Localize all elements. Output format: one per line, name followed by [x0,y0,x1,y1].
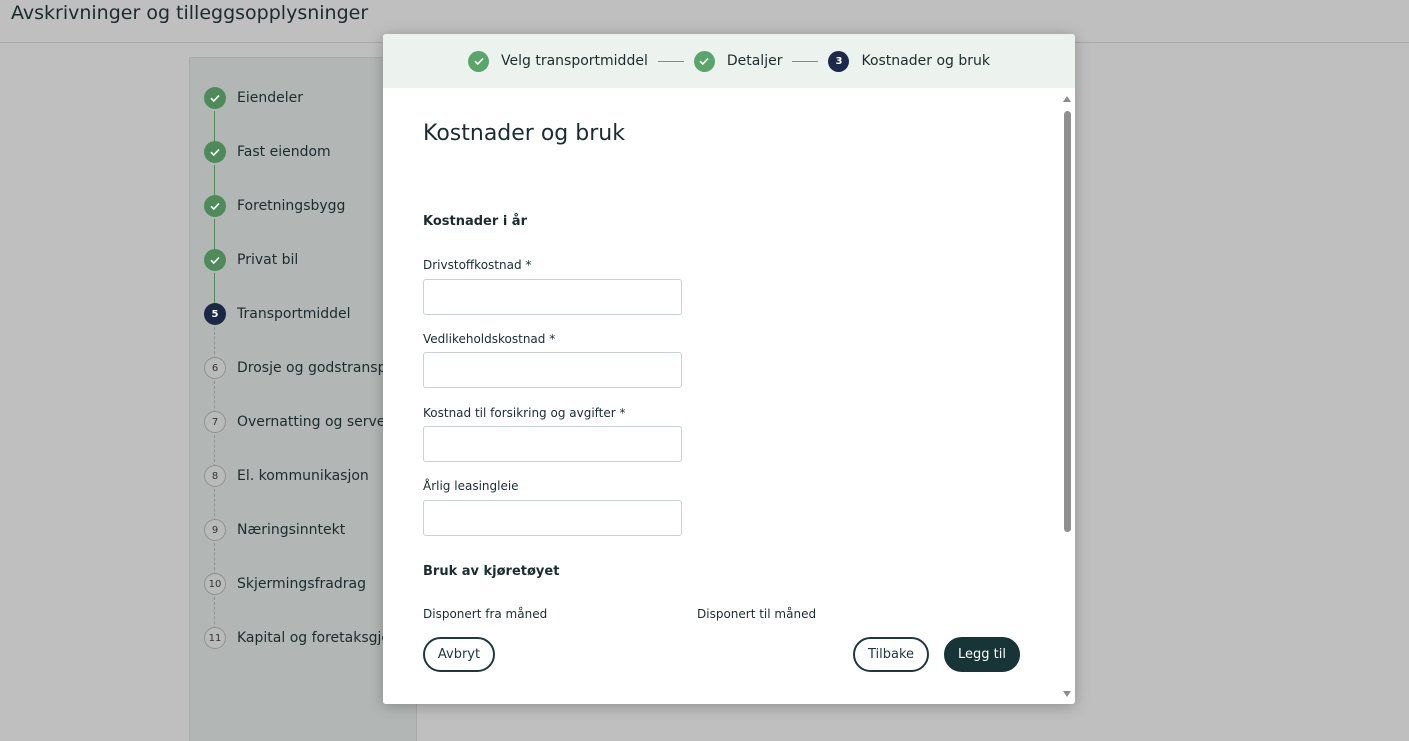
add-button[interactable]: Legg til [944,637,1020,672]
dialog-footer: Avbryt Tilbake Legg til [383,623,1063,704]
step-connector [214,435,215,467]
step-number: 5 [204,303,226,325]
from-month-label: Disponert fra måned [423,607,548,621]
check-icon [468,50,490,72]
sidebar-step-label: Transportmiddel [237,306,351,322]
cancel-button[interactable]: Avbryt [423,637,495,672]
sidebar-step-el-kommunikasjon[interactable]: 8 El. kommunikasjon [204,465,387,487]
sidebar-step-privat-bil[interactable]: Privat bil [204,249,387,271]
sidebar-step-skjermingsfradrag[interactable]: 10 Skjermingsfradrag [204,573,387,595]
wizard-progress: Velg transportmiddel Detaljer 3 Kostnade… [383,34,1075,88]
step-connector [214,597,215,629]
maintenance-cost-label: Vedlikeholdskostnad * [423,332,556,346]
maintenance-cost-input[interactable] [423,352,682,388]
step-connector [214,165,215,197]
fuel-cost-input[interactable] [423,279,682,315]
sidebar-step-fast-eiendom[interactable]: Fast eiendom [204,141,387,163]
wizard-connector [657,60,684,62]
dialog-title: Kostnader og bruk [423,121,625,146]
sidebar-step-label: Drosje og godstransport [237,360,387,376]
sidebar-step-label: El. kommunikasjon [237,468,369,484]
dialog-body: Kostnader og bruk Kostnader i år Drivsto… [383,88,1075,623]
sidebar-step-label: Næringsinntekt [237,522,346,538]
back-button[interactable]: Tilbake [853,637,929,672]
sidebar-step-label: Fast eiendom [237,144,331,160]
check-icon [693,50,715,72]
sidebar-step-label: Overnatting og servering [237,414,387,430]
sidebar-step-transportmiddel[interactable]: 5 Transportmiddel [204,303,387,325]
sidebar-step-label: Eiendeler [237,90,303,106]
step-connector [214,327,215,359]
step-connector [214,489,215,521]
check-icon [204,195,226,217]
insurance-cost-input[interactable] [423,426,682,462]
cost-and-usage-dialog: Velg transportmiddel Detaljer 3 Kostnade… [383,34,1075,704]
usage-section-heading: Bruk av kjøretøyet [423,564,560,579]
leasing-input[interactable] [423,500,682,536]
sidebar-step-label: Skjermingsfradrag [237,576,366,592]
check-icon [204,249,226,271]
sidebar-step-label: Foretningsbygg [237,198,346,214]
page-title: Avskrivninger og tilleggsopplysninger [11,2,369,24]
arrow-up-icon[interactable] [1063,96,1071,102]
step-connector [214,273,215,305]
wizard-step-label: Detaljer [726,53,783,69]
to-month-label: Disponert til måned [697,607,817,621]
insurance-cost-label: Kostnad til forsikring og avgifter * [423,406,626,420]
sidebar-step-naeringsinntekt[interactable]: 9 Næringsinntekt [204,519,387,541]
step-connector [214,111,215,143]
step-connector [214,543,215,575]
wizard-step-number: 3 [828,50,850,72]
check-icon [204,141,226,163]
leasing-label: Årlig leasingleie [423,479,519,493]
sidebar-step-drosje[interactable]: 6 Drosje og godstransport [204,357,387,379]
step-number: 10 [204,573,226,595]
check-icon [204,87,226,109]
sidebar-step-foretningsbygg[interactable]: Foretningsbygg [204,195,387,217]
dialog-scrollbar[interactable] [1063,94,1072,699]
step-number: 11 [204,627,226,649]
step-connector [214,219,215,251]
wizard-step-details: Detaljer [693,50,783,72]
fuel-cost-label: Drivstoffkostnad * [423,258,532,272]
sidebar-step-eiendeler[interactable]: Eiendeler [204,87,387,109]
scrollbar-thumb[interactable] [1064,111,1071,532]
step-number: 9 [204,519,226,541]
sidebar-step-label: Privat bil [237,252,299,268]
wizard-step-label: Kostnader og bruk [861,53,990,69]
step-number: 8 [204,465,226,487]
sidebar-step-label: Kapital og foretaksgjeld [237,630,387,646]
sidebar-step-overnatting[interactable]: 7 Overnatting og servering [204,411,387,433]
costs-section-heading: Kostnader i år [423,214,527,229]
sidebar-step-kapital[interactable]: 11 Kapital og foretaksgjeld [204,627,387,649]
arrow-down-icon[interactable] [1063,691,1071,697]
wizard-step-label: Velg transportmiddel [501,53,648,69]
wizard-step-choose-vehicle: Velg transportmiddel [468,50,648,72]
step-number: 7 [204,411,226,433]
wizard-connector [792,60,819,62]
step-connector [214,381,215,413]
step-number: 6 [204,357,226,379]
wizard-step-costs: 3 Kostnader og bruk [828,50,990,72]
